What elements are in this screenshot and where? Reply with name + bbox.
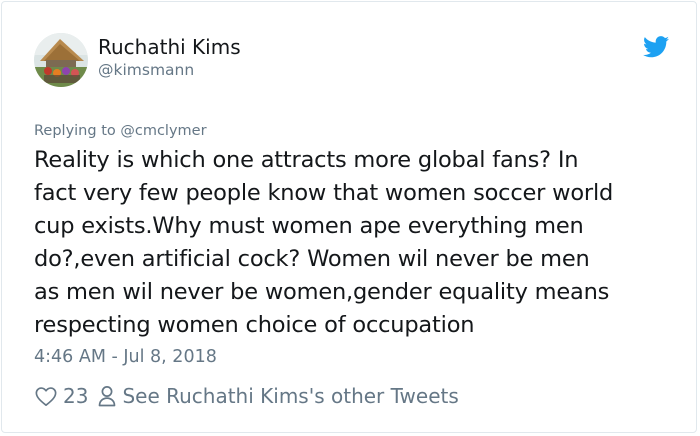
tweet-text-line: cup exists.Why must women ape everything… (34, 213, 584, 239)
tweet-text-line: as men wil never be women,gender equalit… (34, 279, 610, 305)
avatar-image (34, 33, 88, 87)
tweet-text-line: Reality is which one attracts more globa… (34, 147, 579, 173)
other-tweets-link[interactable]: See Ruchathi Kims's other Tweets (122, 384, 458, 408)
tweet-text-line: respecting women choice of occupation (34, 312, 475, 338)
tweet-text-line: do?,even artificial cock? Women wil neve… (34, 246, 590, 272)
reply-context[interactable]: Replying to @cmclymer (34, 122, 207, 140)
tweet-card: Ruchathi Kims @kimsmann Replying to @cmc… (1, 1, 697, 433)
author-handle[interactable]: @kimsmann (98, 60, 194, 80)
tweet-actions: 23 See Ruchathi Kims's other Tweets (35, 383, 459, 409)
like-count[interactable]: 23 (63, 384, 88, 408)
tweet-text: Reality is which one attracts more globa… (34, 144, 674, 342)
tweet-text-line: fact very few people know that women soc… (34, 180, 614, 206)
heart-icon[interactable] (35, 386, 57, 407)
avatar[interactable] (34, 33, 88, 87)
twitter-bird-icon[interactable] (643, 36, 669, 58)
tweet-timestamp[interactable]: 4:46 AM - Jul 8, 2018 (34, 346, 217, 368)
person-icon (99, 386, 116, 407)
author-display-name[interactable]: Ruchathi Kims (98, 34, 241, 60)
